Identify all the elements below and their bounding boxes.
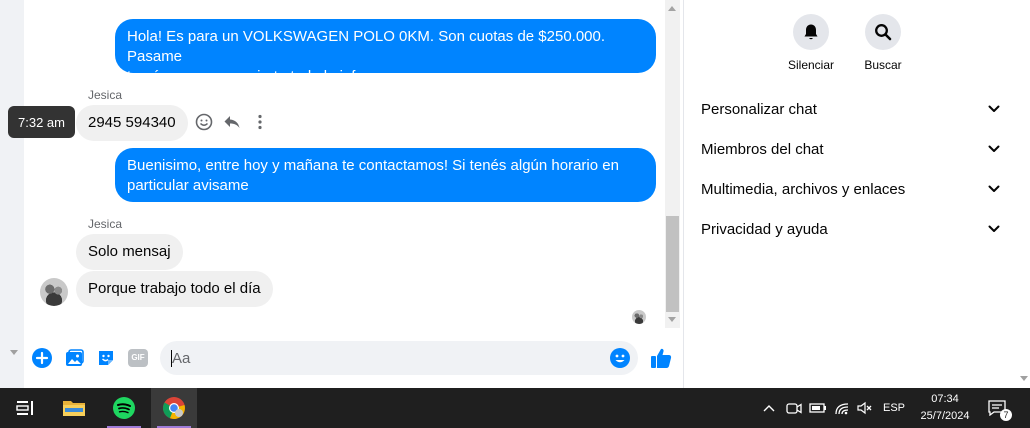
scroll-down-arrow-icon[interactable] — [668, 317, 676, 322]
incoming-message[interactable]: Solo mensaj — [76, 234, 183, 270]
incoming-message[interactable]: 2945 594340 — [76, 105, 188, 141]
chevron-down-icon — [988, 145, 1000, 152]
search-action[interactable]: Buscar — [848, 14, 918, 72]
message-input[interactable]: Aa — [160, 341, 638, 375]
message-actions — [194, 112, 270, 132]
language-indicator[interactable]: ESP — [880, 388, 908, 428]
chevron-down-icon — [988, 185, 1000, 192]
taskbar: ESP 07:34 25/7/2024 — [0, 388, 1030, 428]
section-customize-chat[interactable]: Personalizar chat — [701, 97, 1001, 121]
spotify-button[interactable] — [101, 388, 147, 428]
scroll-down-arrow-icon[interactable] — [10, 350, 18, 355]
avatar[interactable] — [40, 278, 68, 306]
spotify-icon — [113, 397, 135, 419]
reply-icon[interactable] — [222, 112, 242, 132]
section-privacy-help[interactable]: Privacidad y ayuda — [701, 217, 1001, 241]
volume-muted-icon — [857, 401, 872, 415]
message-text-line: tu número para enviarte toda la info — [127, 68, 364, 85]
gif-label: GIF — [128, 349, 148, 367]
incoming-message[interactable]: Porque trabajo todo el día — [76, 271, 273, 307]
timestamp-tooltip: 7:32 am — [8, 106, 75, 138]
notification-center-button[interactable] — [984, 388, 1010, 428]
section-label: Privacidad y ayuda — [701, 220, 828, 238]
notification-count-badge: 7 — [1000, 409, 1012, 421]
emoji-icon[interactable] — [609, 347, 631, 369]
chrome-icon — [162, 397, 185, 420]
sender-name: Jesica — [88, 217, 123, 231]
show-hidden-icons-button[interactable] — [760, 388, 778, 428]
clock-date: 25/7/2024 — [920, 410, 970, 422]
task-view-icon — [16, 401, 33, 415]
outgoing-message[interactable]: Buenisimo, entre hoy y mañana te contact… — [115, 148, 656, 202]
sender-name: Jesica — [88, 88, 123, 102]
battery-button[interactable] — [808, 388, 828, 428]
wifi-button[interactable] — [832, 388, 852, 428]
message-text-line: Buenisimo, entre hoy y mañana te contact… — [127, 157, 619, 174]
scroll-up-arrow-icon[interactable] — [668, 6, 676, 11]
clock-time: 07:34 — [931, 393, 959, 405]
video-camera-icon — [786, 403, 802, 414]
message-text-line: particular avisame — [127, 177, 249, 194]
section-label: Multimedia, archivos y enlaces — [701, 180, 906, 198]
message-scrollbar[interactable] — [665, 0, 680, 328]
meet-now-button[interactable] — [784, 388, 804, 428]
message-text-line: Hola! Es para un VOLKSWAGEN POLO 0KM. So… — [127, 28, 606, 65]
react-emoji-icon[interactable] — [194, 112, 214, 132]
section-label: Miembros del chat — [701, 140, 824, 158]
message-composer: GIF Aa — [24, 330, 684, 388]
more-options-icon[interactable] — [250, 112, 270, 132]
plus-icon[interactable] — [31, 347, 53, 369]
outgoing-message[interactable]: Hola! Es para un VOLKSWAGEN POLO 0KM. So… — [115, 19, 656, 85]
volume-button[interactable] — [855, 388, 875, 428]
file-explorer-button[interactable] — [51, 388, 97, 428]
photo-icon[interactable] — [63, 347, 85, 369]
message-list: Hola! Es para un VOLKSWAGEN POLO 0KM. So… — [24, 0, 684, 330]
chevron-up-icon — [763, 405, 775, 412]
search-icon[interactable] — [865, 14, 901, 50]
section-label: Personalizar chat — [701, 100, 817, 118]
message-input-placeholder: Aa — [172, 350, 191, 367]
search-label: Buscar — [864, 58, 902, 72]
wifi-icon — [835, 403, 849, 415]
panel-scroll-down-icon[interactable] — [1020, 376, 1028, 381]
left-edge-strip — [0, 0, 24, 388]
chat-pane: Hola! Es para un VOLKSWAGEN POLO 0KM. So… — [24, 0, 684, 388]
bell-icon[interactable] — [793, 14, 829, 50]
system-clock[interactable]: 07:34 25/7/2024 — [908, 391, 982, 425]
mute-label: Silenciar — [787, 58, 835, 72]
seen-receipt-avatar — [632, 310, 646, 324]
like-thumb-icon[interactable] — [649, 346, 673, 370]
folder-icon — [63, 401, 85, 416]
section-chat-members[interactable]: Miembros del chat — [701, 137, 1001, 161]
mute-action[interactable]: Silenciar — [776, 14, 846, 72]
battery-icon — [809, 403, 826, 413]
section-media-files-links[interactable]: Multimedia, archivos y enlaces — [701, 177, 1001, 201]
chrome-button[interactable] — [151, 388, 197, 428]
task-view-button[interactable] — [2, 388, 48, 428]
chevron-down-icon — [988, 105, 1000, 112]
chevron-down-icon — [988, 225, 1000, 232]
scrollbar-thumb[interactable] — [666, 216, 679, 312]
sticker-icon[interactable] — [95, 347, 117, 369]
chat-info-panel: Silenciar Buscar Personalizar chat Miemb… — [684, 0, 1030, 388]
gif-icon[interactable]: GIF — [127, 347, 149, 369]
